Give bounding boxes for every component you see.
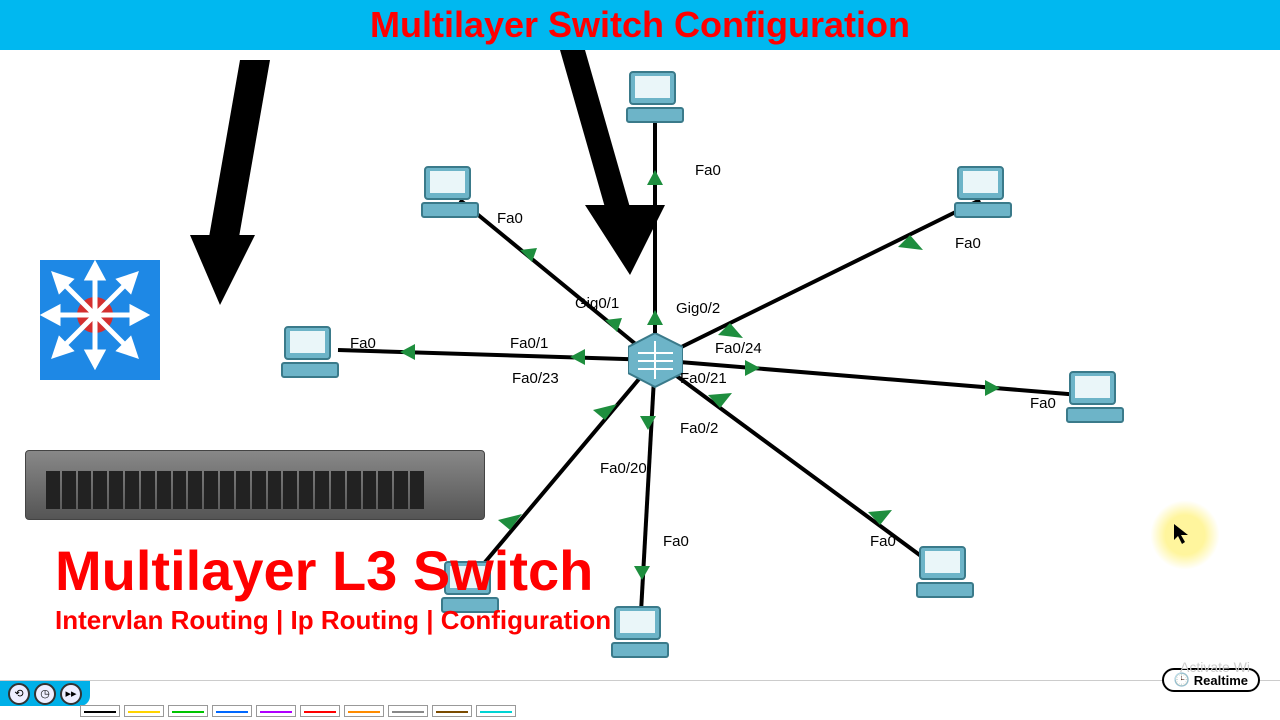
- clock-button[interactable]: ◷: [34, 683, 56, 705]
- swatch-cyan[interactable]: [476, 705, 516, 717]
- windows-watermark: Activate Wi: [1180, 659, 1250, 675]
- bottom-bar: ⟲ ◷ ▸▸ 🕒 Realtime Activate Wi: [0, 680, 1280, 720]
- swatch-green[interactable]: [168, 705, 208, 717]
- big-title: Multilayer L3 Switch: [55, 538, 593, 603]
- label-gig01: Gig0/1: [575, 295, 619, 312]
- multilayer-switch-icon[interactable]: [628, 333, 683, 388]
- label-fa020: Fa0/20: [600, 460, 647, 477]
- switch-photo: [25, 450, 485, 520]
- rewind-button[interactable]: ⟲: [8, 683, 30, 705]
- header-bar: Multilayer Switch Configuration: [0, 0, 1280, 50]
- pc-top-right[interactable]: [953, 165, 1013, 220]
- swatch-orange[interactable]: [344, 705, 384, 717]
- label-fa023: Fa0/23: [512, 370, 559, 387]
- pc-bottom-center[interactable]: [610, 605, 670, 660]
- pc-left[interactable]: [280, 325, 340, 380]
- swatch-black[interactable]: [80, 705, 120, 717]
- swatch-purple[interactable]: [256, 705, 296, 717]
- pc-right[interactable]: [1065, 370, 1125, 425]
- label-fa0-bc: Fa0: [663, 533, 689, 550]
- l3-switch-icon-box: [40, 260, 160, 380]
- cursor-icon: [1174, 524, 1244, 594]
- swatch-yellow[interactable]: [124, 705, 164, 717]
- subtitle: Intervlan Routing | Ip Routing | Configu…: [55, 605, 611, 636]
- label-fa02: Fa0/2: [680, 420, 718, 437]
- label-fa0-right: Fa0: [1030, 395, 1056, 412]
- header-title: Multilayer Switch Configuration: [370, 4, 910, 46]
- label-fa0-top: Fa0: [695, 162, 721, 179]
- swatch-brown[interactable]: [432, 705, 472, 717]
- swatch-grey[interactable]: [388, 705, 428, 717]
- drawing-palette: [80, 702, 516, 720]
- label-fa01: Fa0/1: [510, 335, 548, 352]
- pc-top-left[interactable]: [420, 165, 480, 220]
- pc-bottom-right[interactable]: [915, 545, 975, 600]
- fastforward-button[interactable]: ▸▸: [60, 683, 82, 705]
- label-fa024: Fa0/24: [715, 340, 762, 357]
- topology-canvas: Fa0 Fa0 Fa0 Fa0 Fa0 Fa0 Fa0 Gig0/1 Gig0/…: [0, 50, 1280, 680]
- pc-top[interactable]: [625, 70, 685, 125]
- label-fa0-tr: Fa0: [955, 235, 981, 252]
- label-fa0-br: Fa0: [870, 533, 896, 550]
- label-fa021: Fa0/21: [680, 370, 727, 387]
- cursor-highlight: [1150, 500, 1220, 570]
- time-controls: ⟲ ◷ ▸▸: [0, 681, 90, 706]
- swatch-blue[interactable]: [212, 705, 252, 717]
- swatch-red[interactable]: [300, 705, 340, 717]
- label-gig02: Gig0/2: [676, 300, 720, 317]
- arrow-left: [180, 60, 380, 310]
- switch-ports: [46, 471, 424, 509]
- label-fa0-tl: Fa0: [497, 210, 523, 227]
- label-fa0-left: Fa0: [350, 335, 376, 352]
